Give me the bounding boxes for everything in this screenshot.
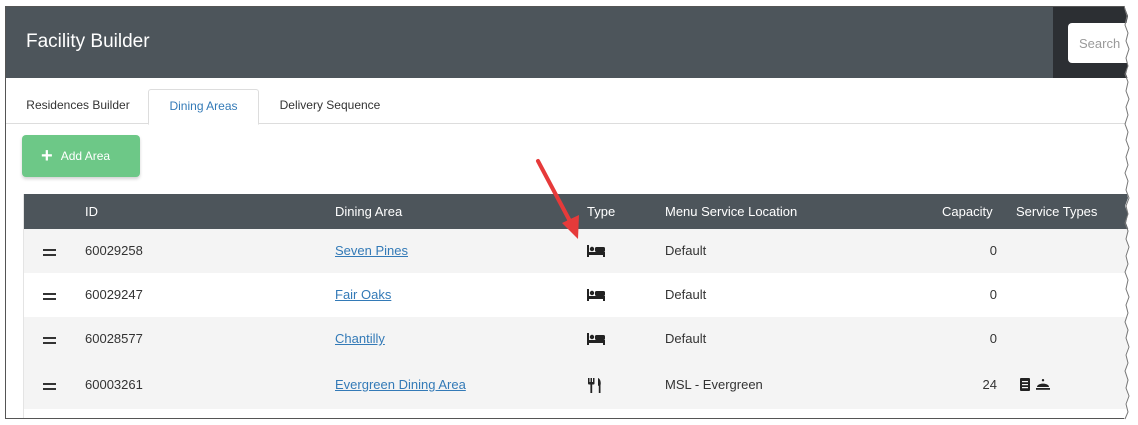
table-row: 60029247 Fair Oaks Default 0	[24, 273, 1129, 317]
search-input[interactable]	[1068, 23, 1129, 63]
utensils-icon	[588, 378, 601, 393]
capacity-value: 0	[989, 331, 997, 346]
column-header-dining-area[interactable]: Dining Area	[335, 204, 402, 219]
table-row: 60003261 Evergreen Dining Area MSL - Eve…	[24, 361, 1129, 409]
menu-icon	[1020, 378, 1030, 391]
drag-handle-icon[interactable]	[43, 249, 56, 259]
capacity-value: 0	[989, 243, 997, 258]
drag-handle-icon[interactable]	[43, 293, 56, 303]
add-area-label: Add Area	[60, 149, 111, 163]
tab-bar: Residences Builder Dining Areas Delivery…	[6, 78, 1129, 125]
column-header-type[interactable]: Type	[587, 204, 615, 219]
column-header-menu-service-location[interactable]: Menu Service Location	[665, 204, 797, 219]
row-id: 60028577	[85, 331, 143, 346]
drag-handle-icon[interactable]	[43, 337, 56, 347]
row-id: 60029258	[85, 243, 143, 258]
capacity-value: 0	[989, 287, 997, 302]
tab-delivery-sequence[interactable]: Delivery Sequence	[261, 89, 399, 124]
bed-icon	[587, 245, 605, 257]
column-header-service-types[interactable]: Service Types	[1016, 204, 1097, 219]
annotation-arrow-icon	[536, 159, 579, 239]
menu-service-location: Default	[665, 243, 707, 258]
row-id: 60029247	[85, 287, 143, 302]
app-title: Facility Builder	[26, 31, 150, 52]
drag-handle-icon[interactable]	[43, 383, 56, 393]
plus-icon: +	[41, 145, 53, 167]
bed-icon	[587, 289, 605, 301]
app-window: Facility Builder Residences Builder Dini…	[5, 6, 1129, 419]
menu-service-location: Default	[665, 287, 707, 302]
dining-area-link[interactable]: Seven Pines	[335, 243, 408, 258]
dining-area-link[interactable]: Evergreen Dining Area	[335, 377, 466, 392]
tab-residences-builder[interactable]: Residences Builder	[8, 89, 148, 124]
menu-service-location: MSL - Evergreen	[665, 377, 763, 392]
cloche-icon	[1036, 379, 1050, 390]
row-id: 60003261	[85, 377, 143, 392]
dining-area-link[interactable]: Fair Oaks	[335, 287, 391, 302]
table-row: 60028577 Chantilly Default 0	[24, 317, 1129, 361]
dining-area-link[interactable]: Chantilly	[335, 331, 385, 346]
column-header-id[interactable]: ID	[85, 204, 98, 219]
torn-edge	[1124, 0, 1138, 425]
menu-service-location: Default	[665, 331, 707, 346]
bed-icon	[587, 333, 605, 345]
add-area-button[interactable]: + Add Area	[22, 135, 140, 177]
app-header: Facility Builder	[6, 7, 1129, 78]
column-header-capacity[interactable]: Capacity	[942, 204, 993, 219]
tab-dining-areas[interactable]: Dining Areas	[148, 89, 259, 125]
capacity-value: 24	[982, 377, 997, 392]
